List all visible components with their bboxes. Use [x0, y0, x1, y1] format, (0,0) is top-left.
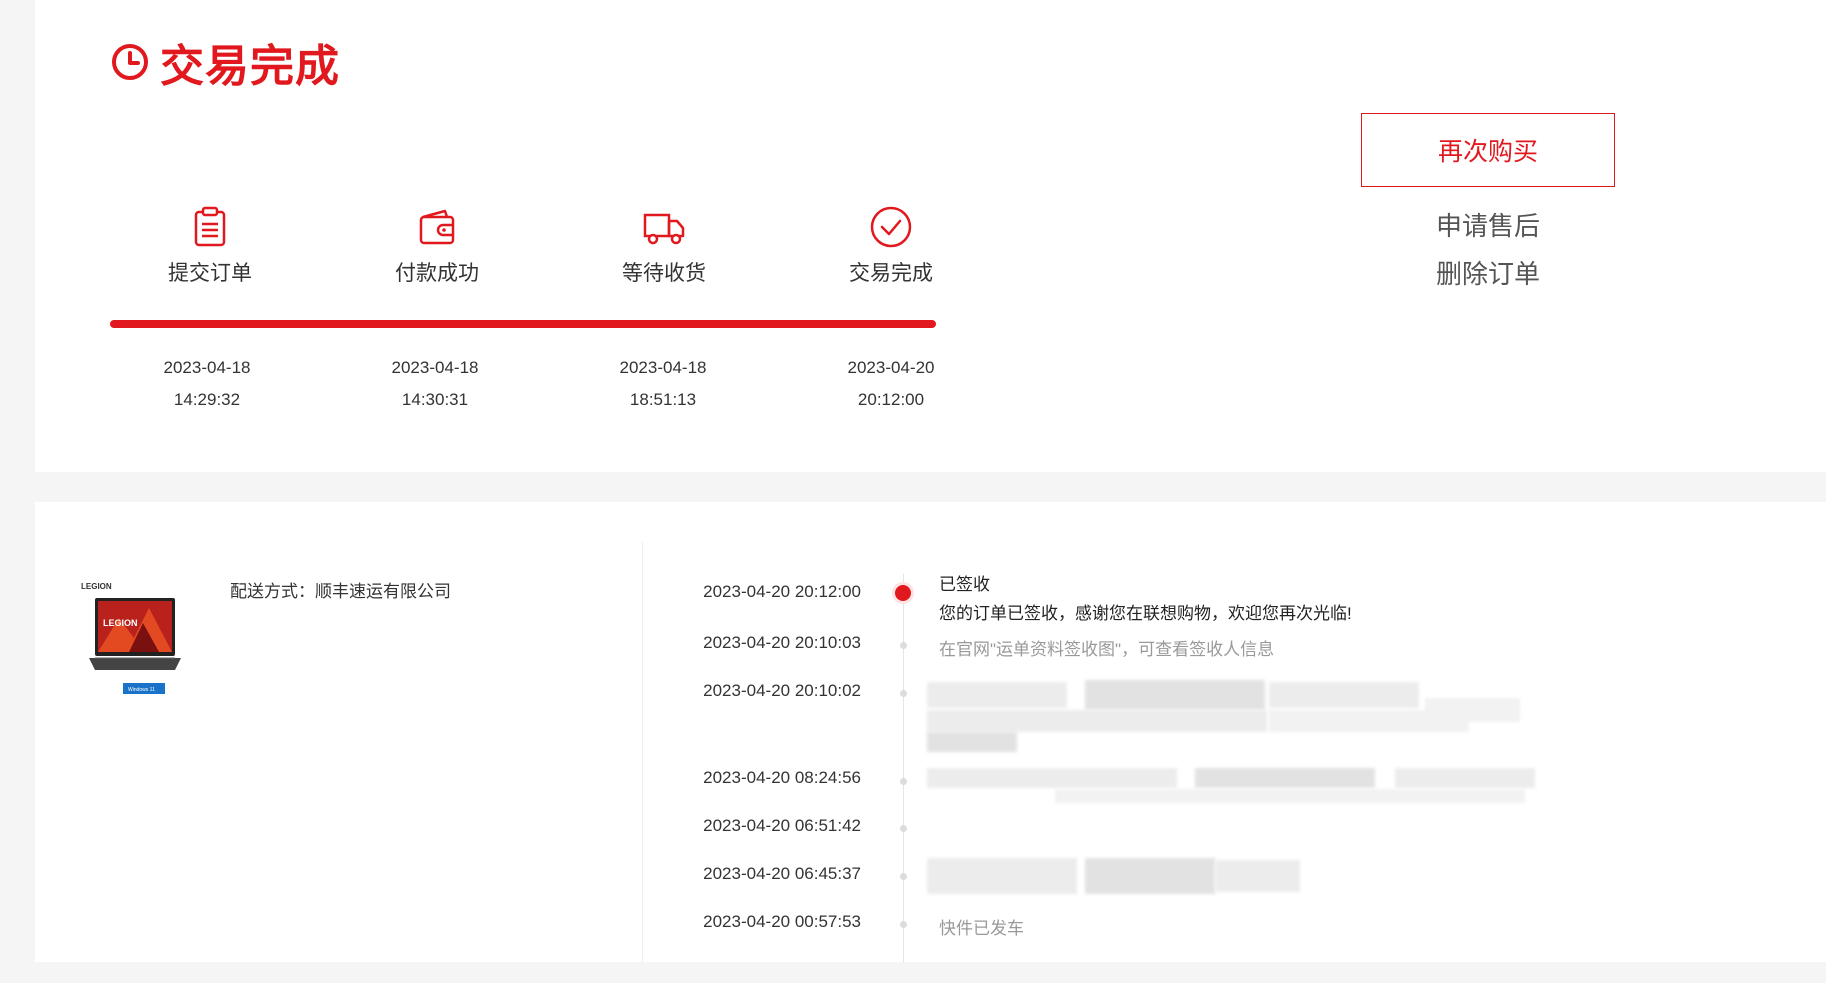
step-timestamp: 2023-04-20 20:12:00	[847, 358, 935, 409]
timeline-time: 2023-04-20 06:51:42	[703, 816, 861, 835]
timeline-dot	[900, 642, 907, 649]
timeline-line	[903, 574, 904, 962]
timeline-time: 2023-04-20 20:10:03	[703, 633, 861, 652]
truck-icon	[643, 213, 685, 245]
shipping-method: 配送方式：顺丰速运有限公司	[230, 577, 451, 602]
step-timestamp: 2023-04-18 14:29:32	[163, 358, 251, 409]
timeline-time: 2023-04-20 20:10:02	[703, 681, 861, 700]
wallet-icon	[419, 209, 455, 245]
timeline-dot	[900, 825, 907, 832]
step-label: 交易完成	[849, 262, 933, 285]
shipping-carrier: 顺丰速运有限公司	[315, 582, 451, 601]
product-image[interactable]: LEGION LEGION Windows 11	[79, 578, 203, 703]
step-payment-success: 付款成功	[352, 205, 522, 287]
order-status-panel: 交易完成 提交订单 付款成功 等待收货 交易完成 2023-04-18 14:2…	[35, 0, 1826, 472]
timeline-dot	[900, 690, 907, 697]
timeline-dot	[900, 921, 907, 928]
order-progress-bar	[110, 320, 936, 328]
windows-badge: Windows 11	[128, 687, 155, 693]
screen-logo: LEGION	[103, 618, 138, 628]
timeline-message: 快件已发车	[939, 919, 1024, 938]
status-header: 交易完成	[110, 30, 340, 94]
timeline-message: 您的订单已签收，感谢您在联想购物，欢迎您再次光临!	[939, 604, 1352, 623]
brand-logo: LEGION	[81, 582, 112, 591]
step-label: 等待收货	[622, 262, 706, 285]
timeline-time: 2023-04-20 20:12:00	[703, 582, 861, 601]
timeline-title: 已签收	[939, 575, 990, 594]
delete-order-link[interactable]: 删除订单	[1361, 254, 1615, 291]
timeline-dot-active	[895, 585, 911, 601]
timeline-time: 2023-04-20 08:24:56	[703, 768, 861, 787]
timeline-message: 在官网"运单资料签收图"，可查看签收人信息	[939, 640, 1275, 659]
clock-icon	[112, 44, 148, 80]
rebuy-button[interactable]: 再次购买	[1361, 113, 1615, 187]
check-circle-icon	[870, 206, 912, 248]
timeline-entry: 已签收 您的订单已签收，感谢您在联想购物，欢迎您再次光临!	[939, 570, 1352, 624]
shipping-label: 配送方式：	[230, 582, 315, 601]
step-transaction-complete: 交易完成	[806, 205, 976, 287]
step-timestamp: 2023-04-18 14:30:31	[391, 358, 479, 409]
step-timestamp: 2023-04-18 18:51:13	[619, 358, 707, 409]
timeline-dot	[900, 873, 907, 880]
step-awaiting-delivery: 等待收货	[579, 205, 749, 287]
step-label: 付款成功	[395, 262, 479, 285]
column-divider	[642, 542, 643, 962]
clipboard-icon	[194, 206, 226, 247]
after-sales-link[interactable]: 申请售后	[1361, 206, 1615, 243]
timeline-time: 2023-04-20 00:57:53	[703, 912, 861, 931]
step-submit-order: 提交订单	[125, 205, 295, 287]
timeline-dot	[900, 778, 907, 785]
shipment-detail-panel: LEGION LEGION Windows 11 配送方式：顺丰速运有限公司 2…	[35, 502, 1826, 962]
step-label: 提交订单	[168, 262, 252, 285]
status-title: 交易完成	[160, 42, 340, 91]
timeline-time: 2023-04-20 06:45:37	[703, 864, 861, 883]
